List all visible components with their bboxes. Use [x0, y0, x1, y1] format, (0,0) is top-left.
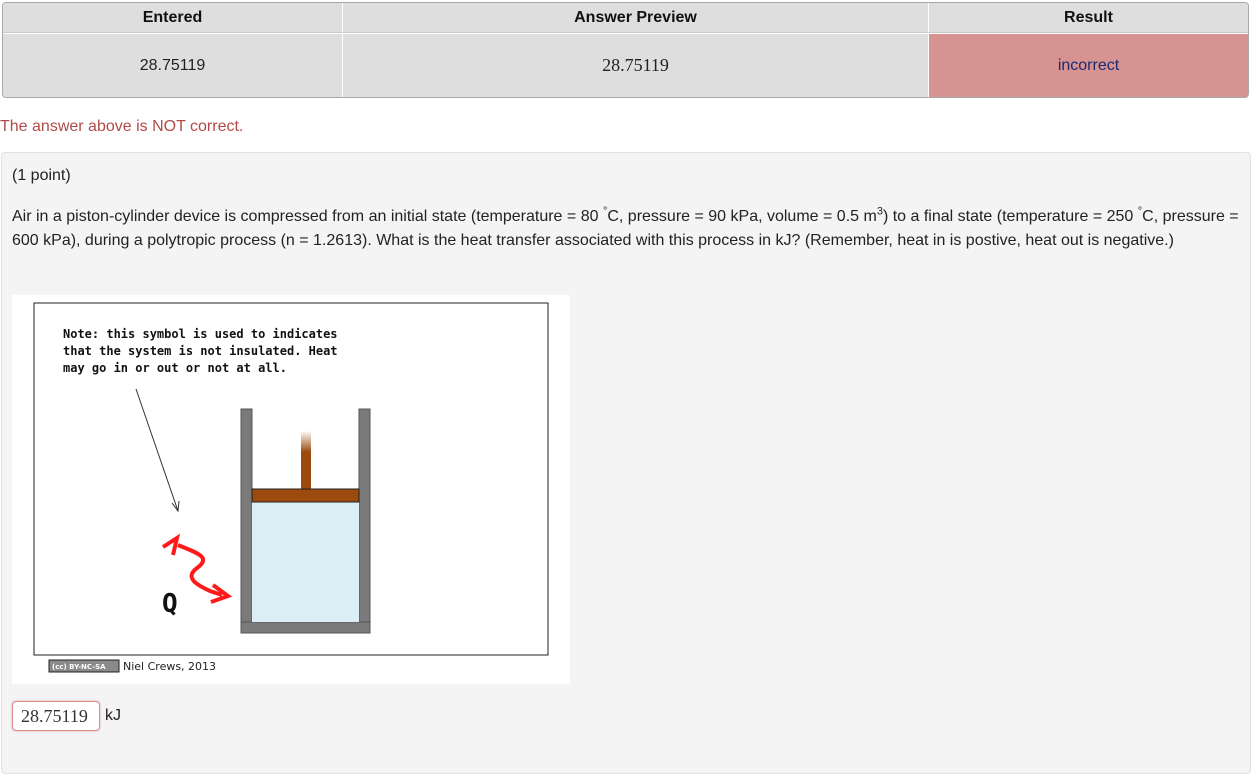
- answer-input[interactable]: 28.75119: [12, 701, 100, 731]
- heat-label-q: Q: [162, 589, 178, 619]
- answer-unit: kJ: [105, 707, 121, 724]
- result-cell: incorrect: [929, 33, 1248, 97]
- feedback-message: The answer above is NOT correct.: [0, 118, 244, 135]
- question-part-2: C, pressure = 90 kPa, volume = 0.5 m: [607, 208, 877, 225]
- header-entered: Entered: [3, 3, 343, 33]
- points-label: (1 point): [12, 167, 71, 184]
- note-line-3: may go in or out or not at all.: [63, 361, 287, 375]
- license-badge-text: (cc) BY-NC-SA: [52, 663, 106, 671]
- question-part-3: ) to a final state (temperature = 250: [882, 208, 1134, 225]
- note-line-2: that the system is not insulated. Heat: [63, 344, 338, 358]
- cylinder-left-wall: [240, 408, 253, 634]
- question-part-1: Air in a piston-cylinder device is compr…: [12, 208, 599, 225]
- piston-rod: [301, 431, 311, 491]
- header-result: Result: [929, 3, 1248, 33]
- answer-row: 28.75119 kJ: [12, 701, 121, 731]
- piston-cylinder-figure: Note: this symbol is used to indicates t…: [12, 295, 570, 684]
- results-header-row: Entered Answer Preview Result: [3, 3, 1248, 33]
- cylinder-right-wall: [358, 408, 371, 634]
- figure-credit: Niel Crews, 2013: [123, 660, 216, 673]
- results-table: Entered Answer Preview Result 28.75119 2…: [2, 2, 1249, 98]
- problem-box: (1 point) Air in a piston-cylinder devic…: [1, 152, 1251, 774]
- piston-head: [251, 488, 360, 503]
- cylinder-bottom: [240, 621, 371, 634]
- license-badge: (cc) BY-NC-SA: [48, 659, 120, 673]
- piston-cylinder-diagram: Note: this symbol is used to indicates t…: [33, 302, 549, 673]
- header-answer-preview: Answer Preview: [343, 3, 929, 33]
- table-row: 28.75119 28.75119 incorrect: [3, 33, 1248, 97]
- gas-region: [252, 502, 359, 622]
- question-text: Air in a piston-cylinder device is compr…: [12, 205, 1244, 253]
- answer-preview-cell: 28.75119: [343, 33, 929, 97]
- note-line-1: Note: this symbol is used to indicates: [63, 327, 338, 341]
- entered-cell: 28.75119: [3, 33, 343, 97]
